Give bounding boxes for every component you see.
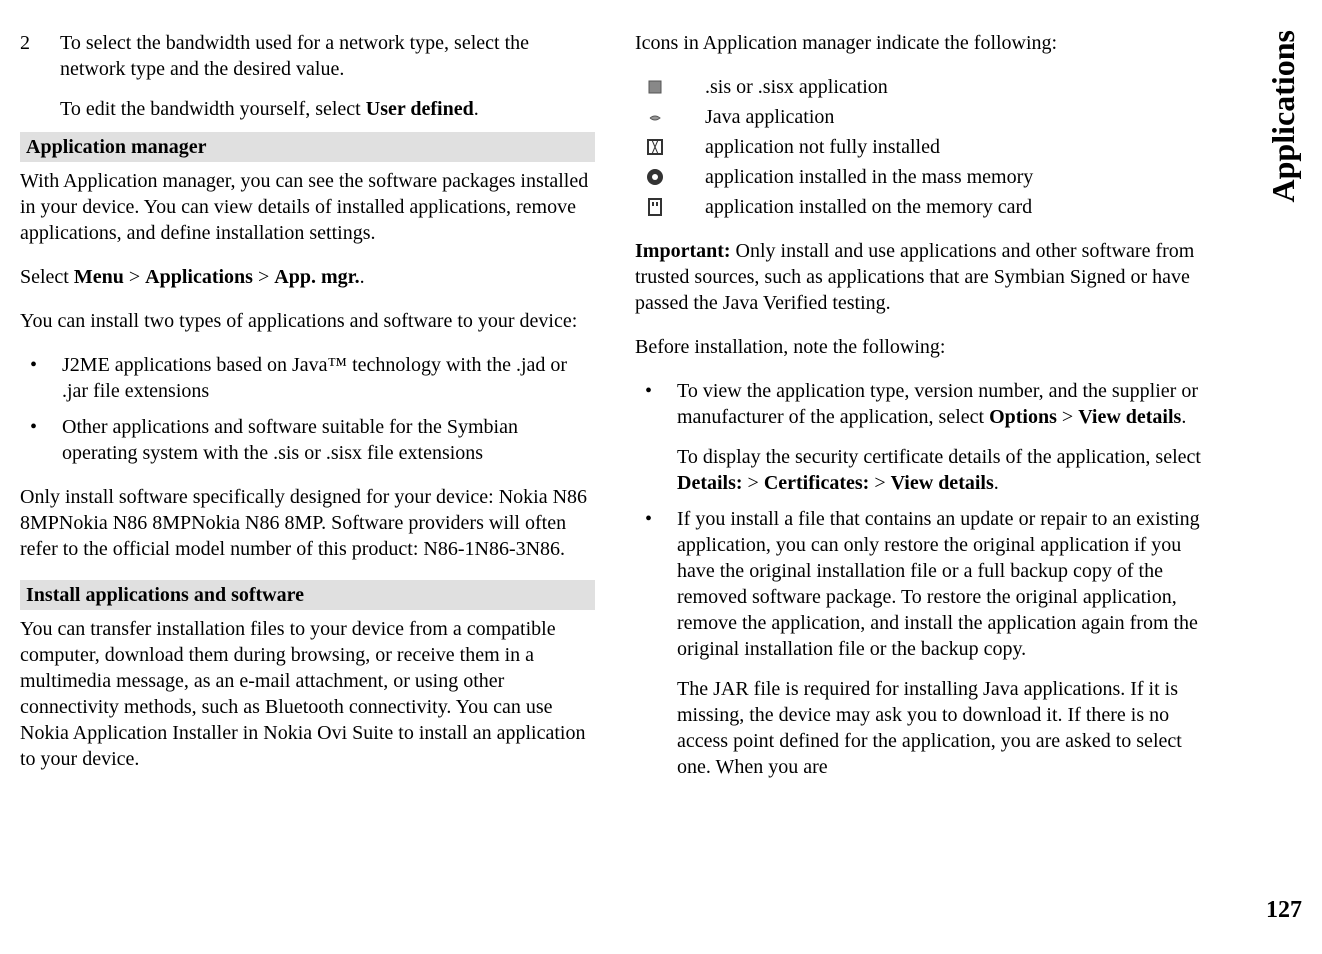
bold-text: App. mgr. xyxy=(274,266,359,288)
section-header-app-manager: Application manager xyxy=(20,132,595,162)
list-text: To view the application type, version nu… xyxy=(677,378,1210,496)
text-fragment: . xyxy=(994,472,999,494)
text-fragment: . xyxy=(474,98,479,120)
list-item: If you install a file that contains an u… xyxy=(635,506,1210,780)
section-header-install: Install applications and software xyxy=(20,580,595,610)
text-fragment: If you install a file that contains an u… xyxy=(677,508,1200,660)
list-item: Other applications and software suitable… xyxy=(20,414,595,466)
bold-text: User defined xyxy=(366,98,474,120)
bold-text: Menu xyxy=(74,266,124,288)
bullet-list: To view the application type, version nu… xyxy=(635,378,1210,780)
left-column: 2 To select the bandwidth used for a net… xyxy=(20,30,595,798)
text-fragment: . xyxy=(360,266,365,288)
icon-label: .sis or .sisx application xyxy=(705,74,1210,100)
bold-text: Details: xyxy=(677,472,743,494)
bold-text: View details xyxy=(891,472,994,494)
page-content: 2 To select the bandwidth used for a net… xyxy=(20,30,1210,798)
sub-paragraph: To display the security certificate deta… xyxy=(677,444,1210,496)
side-chapter-label: Applications xyxy=(1265,30,1302,202)
icon-label: application installed in the mass memory xyxy=(705,164,1210,190)
bold-text: Options xyxy=(989,406,1057,428)
text-fragment: > xyxy=(743,472,764,494)
paragraph: Important: Only install and use applicat… xyxy=(635,238,1210,316)
paragraph: Only install software specifically desig… xyxy=(20,484,595,562)
text-fragment: > xyxy=(1057,406,1078,428)
mass-memory-icon xyxy=(635,167,675,187)
icon-legend-table: .sis or .sisx application Java applicati… xyxy=(635,74,1210,220)
bold-text: Certificates: xyxy=(764,472,870,494)
paragraph: You can transfer installation files to y… xyxy=(20,616,595,772)
list-text: If you install a file that contains an u… xyxy=(677,506,1210,780)
list-item: J2ME applications based on Java™ technol… xyxy=(20,352,595,404)
step-line2: To edit the bandwidth yourself, select U… xyxy=(60,96,595,122)
page-number: 127 xyxy=(1266,897,1302,924)
memory-card-icon xyxy=(635,197,675,217)
list-text: Other applications and software suitable… xyxy=(62,414,595,466)
numbered-step: 2 To select the bandwidth used for a net… xyxy=(20,30,595,122)
icon-label: application installed on the memory card xyxy=(705,194,1210,220)
step-line1: To select the bandwidth used for a netwo… xyxy=(60,30,595,82)
list-text: J2ME applications based on Java™ technol… xyxy=(62,352,595,404)
right-column: Icons in Application manager indicate th… xyxy=(635,30,1210,798)
icon-label: application not fully installed xyxy=(705,134,1210,160)
bold-text: View details xyxy=(1078,406,1181,428)
sis-icon xyxy=(635,78,675,96)
paragraph: Select Menu > Applications > App. mgr.. xyxy=(20,264,595,290)
text-fragment: . xyxy=(1181,406,1186,428)
bold-text: Important: xyxy=(635,240,731,262)
icon-label: Java application xyxy=(705,104,1210,130)
sub-paragraph: The JAR file is required for installing … xyxy=(677,676,1210,780)
text-fragment: > xyxy=(253,266,274,288)
step-text: To select the bandwidth used for a netwo… xyxy=(60,30,595,122)
paragraph: Before installation, note the following: xyxy=(635,334,1210,360)
text-fragment: To edit the bandwidth yourself, select xyxy=(60,98,366,120)
text-fragment: Select xyxy=(20,266,74,288)
bold-text: Applications xyxy=(145,266,253,288)
list-item: To view the application type, version nu… xyxy=(635,378,1210,496)
partial-install-icon xyxy=(635,137,675,157)
bullet-list: J2ME applications based on Java™ technol… xyxy=(20,352,595,466)
text-fragment: > xyxy=(124,266,145,288)
step-number: 2 xyxy=(20,30,40,122)
paragraph: With Application manager, you can see th… xyxy=(20,168,595,246)
paragraph: You can install two types of application… xyxy=(20,308,595,334)
java-icon xyxy=(635,108,675,126)
paragraph: Icons in Application manager indicate th… xyxy=(635,30,1210,56)
text-fragment: > xyxy=(869,472,890,494)
text-fragment: To display the security certificate deta… xyxy=(677,446,1201,468)
